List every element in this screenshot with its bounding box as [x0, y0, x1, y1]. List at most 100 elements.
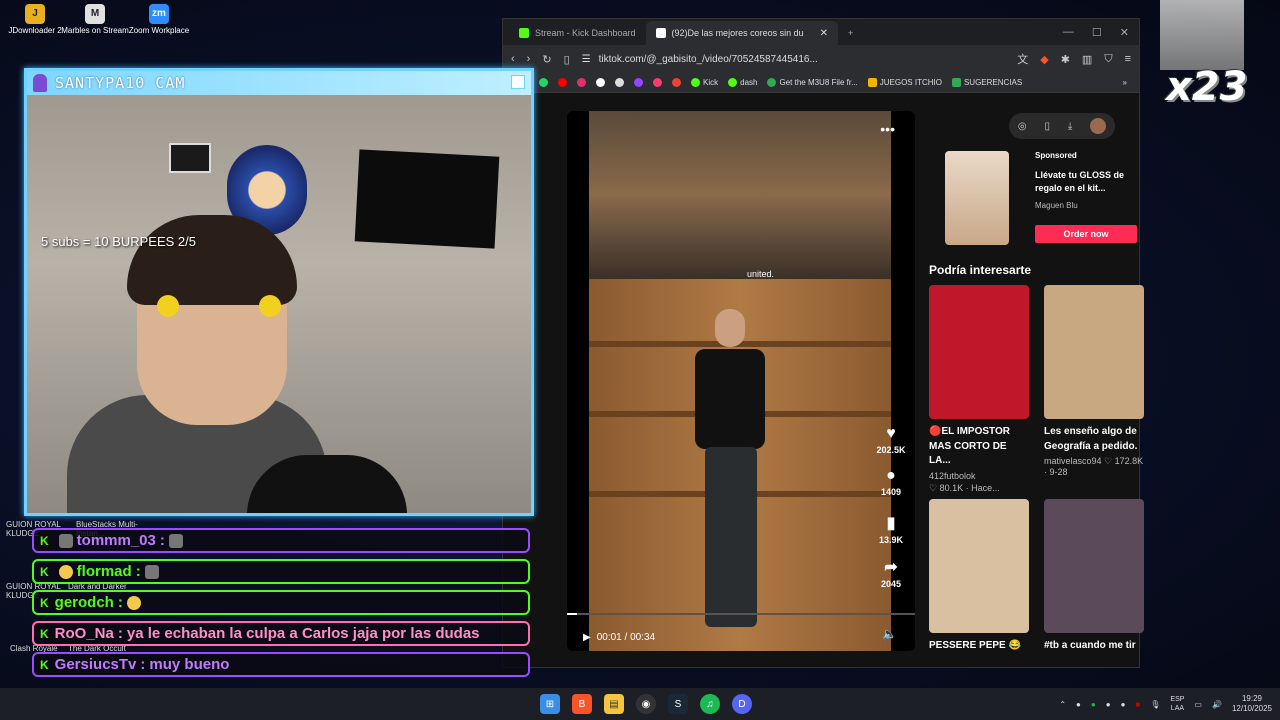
order-now-button[interactable]: Order now [1035, 225, 1137, 243]
steam-icon[interactable]: S [668, 694, 688, 714]
video-player[interactable]: united. ••• ▶ 00:01 / 00:34 🔈 [567, 111, 915, 651]
device-icon[interactable]: ▯ [1044, 121, 1050, 132]
comment-icon: ● [886, 467, 896, 484]
language-indicator[interactable]: ESP LAA [1170, 695, 1184, 713]
recommendation-card[interactable]: Les enseño algo de Geografía a pedido. m… [1044, 285, 1144, 477]
close-icon[interactable]: ✕ [1120, 26, 1129, 39]
reload-icon[interactable]: ↻ [542, 53, 551, 66]
kick-icon: K [40, 595, 49, 610]
like-button[interactable]: ♥ 202.5K [871, 425, 911, 455]
clock[interactable]: 19:29 12/10/2025 [1232, 694, 1272, 715]
dancer-shirt [695, 349, 765, 449]
whatsapp-icon [539, 78, 548, 87]
obs-icon[interactable]: ◉ [636, 694, 656, 714]
shield-icon[interactable]: ⛉ [1104, 53, 1112, 66]
x-icon [615, 78, 624, 87]
bookmark-twitch[interactable] [634, 78, 643, 87]
ad-thumbnail[interactable] [945, 151, 1009, 245]
gmail-icon [672, 78, 681, 87]
discord-icon[interactable]: D [732, 694, 752, 714]
comment-button[interactable]: ● 1409 [871, 467, 911, 497]
more-options-icon[interactable]: ••• [880, 121, 895, 137]
chat-separator: : [135, 563, 141, 580]
system-tray: ⌃ ● ● ● ● ■ 🎙 ESP LAA ▭ 🔊 19:29 12/10/20… [1059, 688, 1272, 720]
flag-icon[interactable]: ■ [1135, 700, 1140, 709]
chat-username: RoO_Na [54, 625, 114, 642]
share-button[interactable]: ➦ 2045 [871, 557, 911, 589]
tab-kick-dashboard[interactable]: Stream - Kick Dashboard [509, 21, 646, 45]
file-explorer-icon[interactable]: ▤ [604, 694, 624, 714]
chevron-up-icon[interactable]: ⌃ [1059, 700, 1066, 709]
video-frame-top [589, 111, 891, 279]
ad-brand[interactable]: Maguen Blu [1035, 201, 1078, 210]
recommendation-card[interactable]: PESSERE PEPE 😂 [929, 499, 1029, 654]
bookmark-sugerencias[interactable]: SUGERENCIAS [951, 78, 1022, 87]
extensions-icon[interactable]: ✱ [1061, 53, 1070, 66]
desktop-icon-marbles[interactable]: M Marbles on Stream [60, 4, 130, 35]
bookmark-kick[interactable]: Kick [691, 78, 718, 87]
network-icon[interactable]: ▭ [1194, 700, 1202, 709]
page-mini-toolbar: ◎ ▯ ⤓ [1009, 113, 1115, 139]
bookmark-youtube[interactable] [558, 78, 567, 87]
zoom-icon: zm [149, 4, 169, 24]
counter-overlay: x23 [1166, 64, 1248, 110]
chat-separator: : [159, 532, 165, 549]
download-icon[interactable]: ⤓ [1068, 121, 1072, 132]
emote-icon [144, 564, 159, 579]
spotify-tray-icon[interactable]: ● [1091, 700, 1096, 709]
marbles-icon: M [85, 4, 105, 24]
site-info-icon[interactable]: ☰ [582, 54, 591, 65]
minimize-icon[interactable]: — [1063, 26, 1074, 39]
bookmark-juegos[interactable]: JUEGOS ITCHIO [867, 78, 942, 87]
windows-start-icon[interactable]: ⊞ [540, 694, 560, 714]
bookmark-icon[interactable]: ▯ [564, 53, 570, 66]
desktop-icon-zoom[interactable]: zm Zoom Workplace [124, 4, 194, 35]
microphone-icon[interactable]: 🎙 [1150, 700, 1160, 709]
recommendation-card[interactable]: #tb a cuando me tir [1044, 499, 1144, 654]
bookmark-tiktok[interactable] [596, 78, 605, 87]
obs-tray-icon[interactable]: ● [1106, 700, 1111, 709]
explore-icon[interactable]: ◎ [1018, 121, 1027, 132]
tab-tiktok[interactable]: (92)De las mejores coreos sin du ✕ [645, 21, 838, 45]
bookmark-x[interactable] [615, 78, 624, 87]
ad-title[interactable]: Llévate tu GLOSS de regalo en el kit... [1035, 169, 1145, 194]
bookmark-m3u8[interactable]: Get the M3U8 File fr... [767, 78, 858, 87]
brave-icon[interactable]: B [572, 694, 592, 714]
webcam-overlay: SANTYPA10 CAM 5 subs = 10 BURPEES 2/5 [24, 68, 534, 516]
forward-icon[interactable]: › [527, 53, 531, 65]
more-bookmarks-icon[interactable]: » [1123, 78, 1127, 87]
kick-icon: K [40, 564, 49, 579]
volume-tray-icon[interactable]: 🔊 [1212, 700, 1222, 709]
volume-icon[interactable]: 🔈 [882, 627, 897, 641]
play-icon[interactable]: ▶ [583, 632, 591, 643]
video-time: 00:01 / 00:34 [596, 632, 656, 643]
avatar[interactable] [1090, 118, 1107, 134]
bookmark-instagram[interactable] [577, 78, 586, 87]
back-icon[interactable]: ‹ [511, 53, 515, 65]
spotify-icon[interactable]: ♫ [700, 694, 720, 714]
sheets-icon [951, 78, 961, 87]
wall-poster [169, 143, 211, 173]
address-bar[interactable]: ☰ tiktok.com/@_gabisito_/video/705245874… [582, 49, 1006, 69]
sidebar-icon[interactable]: ▥ [1082, 53, 1092, 66]
video-caption: united. [747, 269, 775, 279]
bookmark-dash[interactable]: dash [728, 78, 757, 87]
user-badge-icon [58, 533, 73, 548]
menu-icon[interactable]: ≡ [1125, 53, 1131, 65]
recommendations-heading: Podría interesarte [929, 263, 1032, 277]
brave-shield-icon[interactable]: ◆ [1040, 53, 1048, 66]
save-button[interactable]: ▮ 13.9K [871, 513, 911, 545]
bookmark-streamer[interactable] [653, 78, 662, 87]
translate-icon[interactable]: 文 [1017, 51, 1028, 67]
chat-separator: : [117, 625, 123, 642]
close-tab-icon[interactable]: ✕ [820, 28, 828, 39]
new-tab-button[interactable]: + [838, 21, 863, 45]
bookmark-whatsapp[interactable] [539, 78, 548, 87]
bookmark-gmail[interactable] [672, 78, 681, 87]
recommendation-card[interactable]: 🔴EL IMPOSTOR MAS CORTO DE LA... 412futbo… [929, 285, 1029, 494]
maximize-icon[interactable]: ☐ [1092, 26, 1102, 39]
dancer [715, 309, 745, 347]
steam-tray-icon[interactable]: ● [1121, 700, 1126, 709]
video-progress-bar[interactable] [567, 613, 915, 615]
discord-tray-icon[interactable]: ● [1076, 700, 1081, 709]
